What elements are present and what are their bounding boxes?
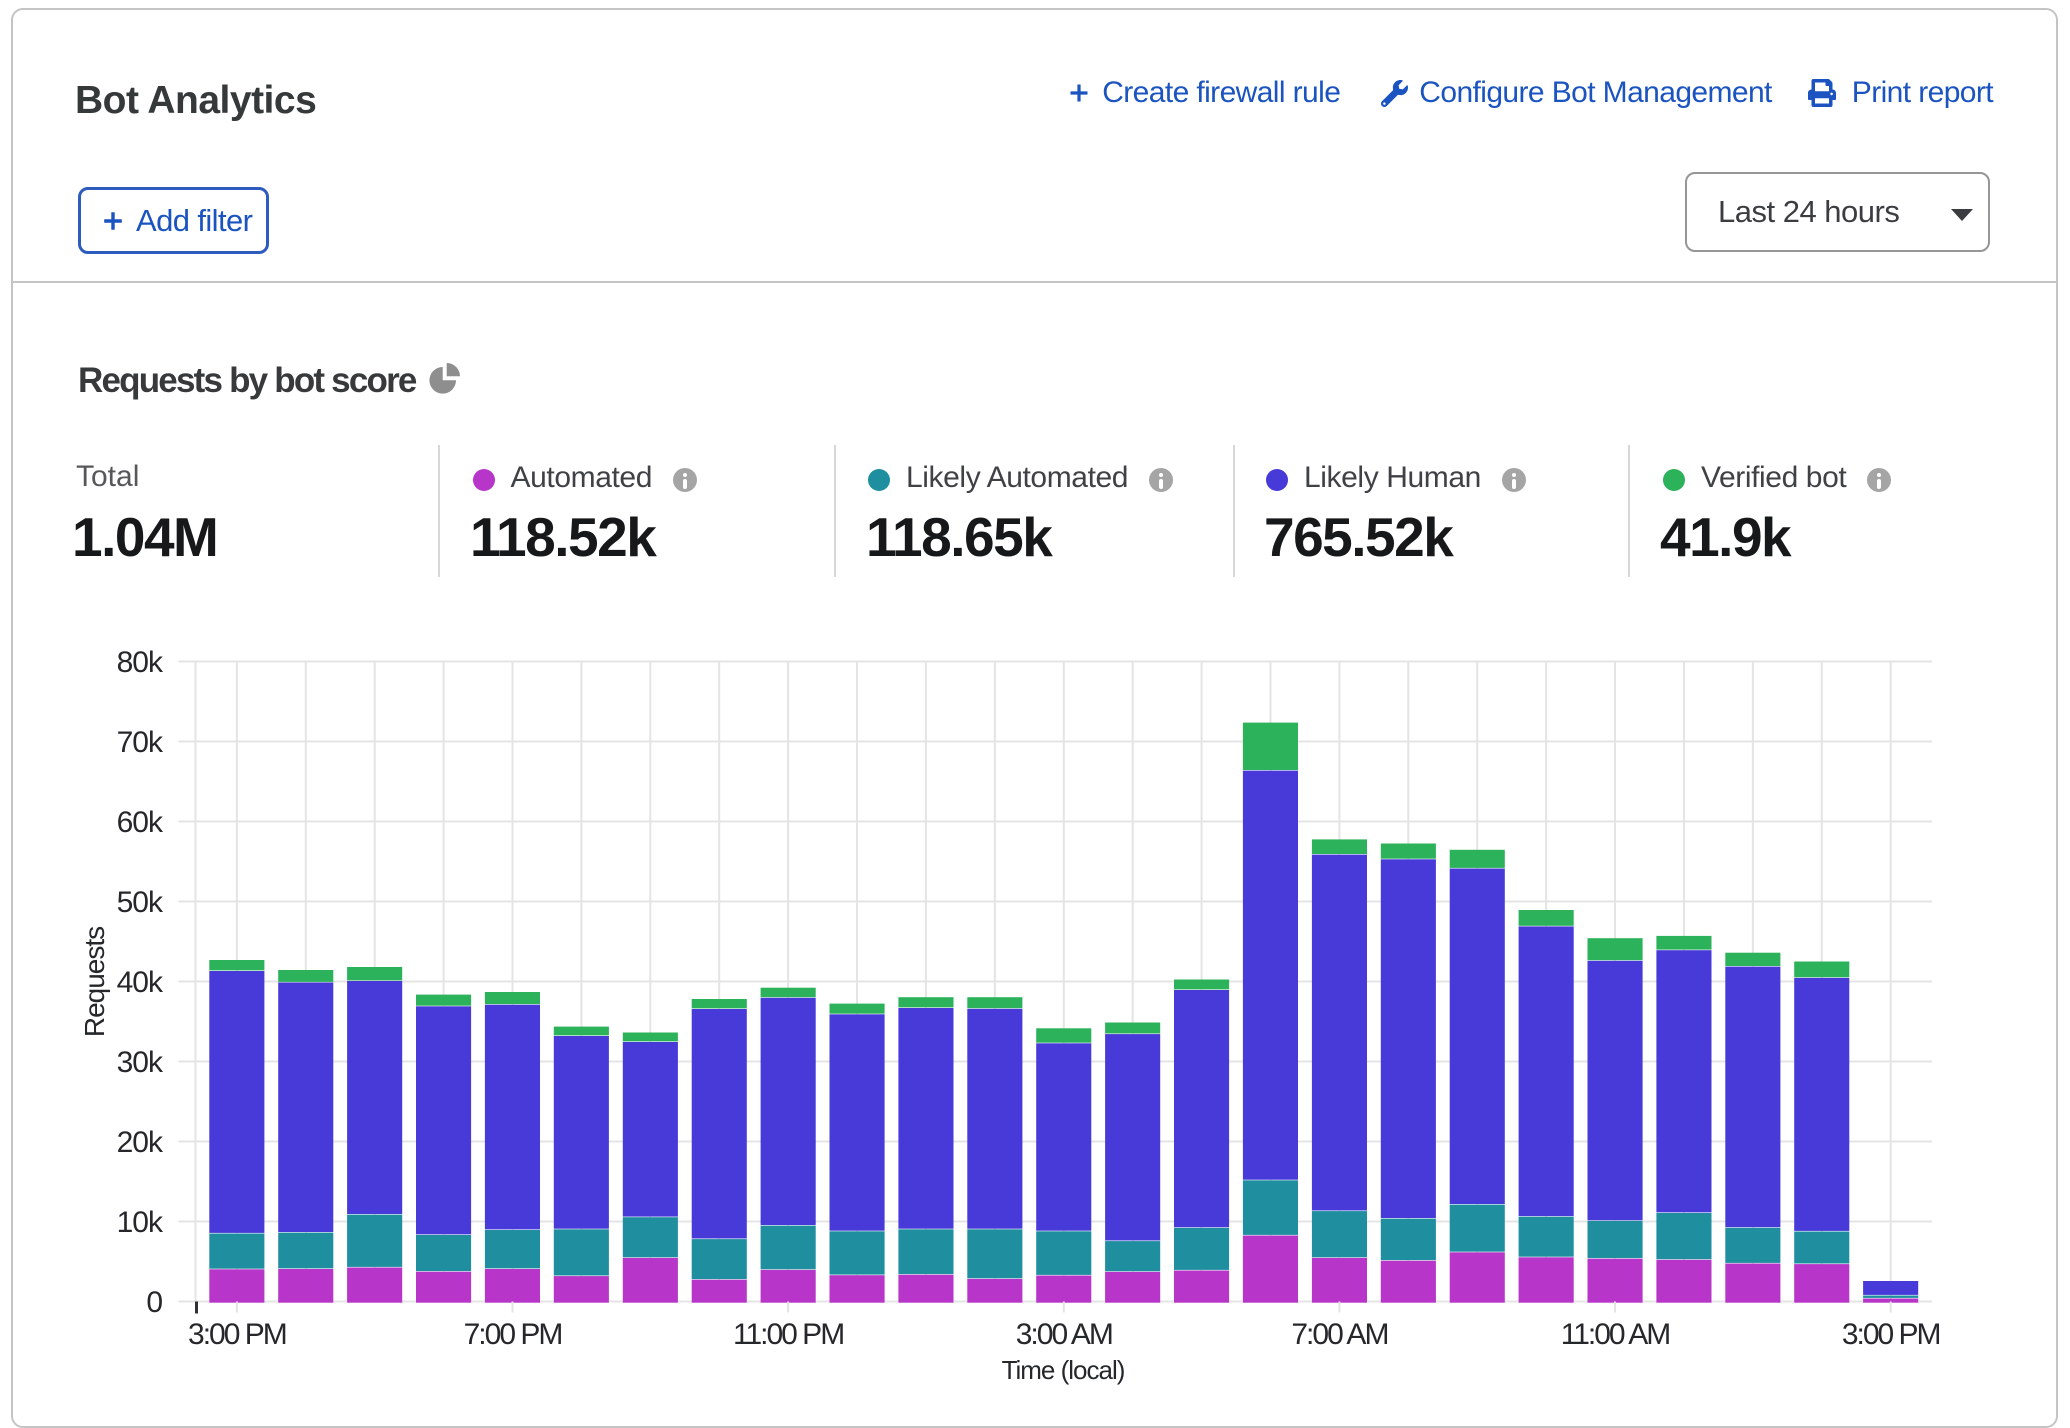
svg-text:60k: 60k [117, 806, 164, 839]
svg-text:40k: 40k [117, 966, 164, 999]
svg-text:7:00 AM: 7:00 AM [1291, 1318, 1387, 1351]
svg-text:3:00 PM: 3:00 PM [1842, 1318, 1940, 1351]
svg-text:Requests: Requests [79, 927, 110, 1037]
svg-text:3:00 PM: 3:00 PM [188, 1318, 286, 1351]
svg-text:7:00 PM: 7:00 PM [464, 1318, 562, 1351]
svg-text:30k: 30k [117, 1046, 164, 1079]
svg-text:0: 0 [146, 1286, 162, 1319]
svg-text:20k: 20k [117, 1126, 164, 1159]
svg-text:70k: 70k [117, 726, 164, 759]
svg-text:11:00 AM: 11:00 AM [1561, 1318, 1670, 1351]
svg-text:11:00 PM: 11:00 PM [733, 1318, 843, 1351]
svg-text:3:00 AM: 3:00 AM [1016, 1318, 1112, 1351]
svg-text:Time (local): Time (local) [1002, 1355, 1125, 1385]
svg-text:10k: 10k [117, 1206, 164, 1239]
svg-text:50k: 50k [117, 886, 164, 919]
svg-text:80k: 80k [117, 646, 164, 679]
